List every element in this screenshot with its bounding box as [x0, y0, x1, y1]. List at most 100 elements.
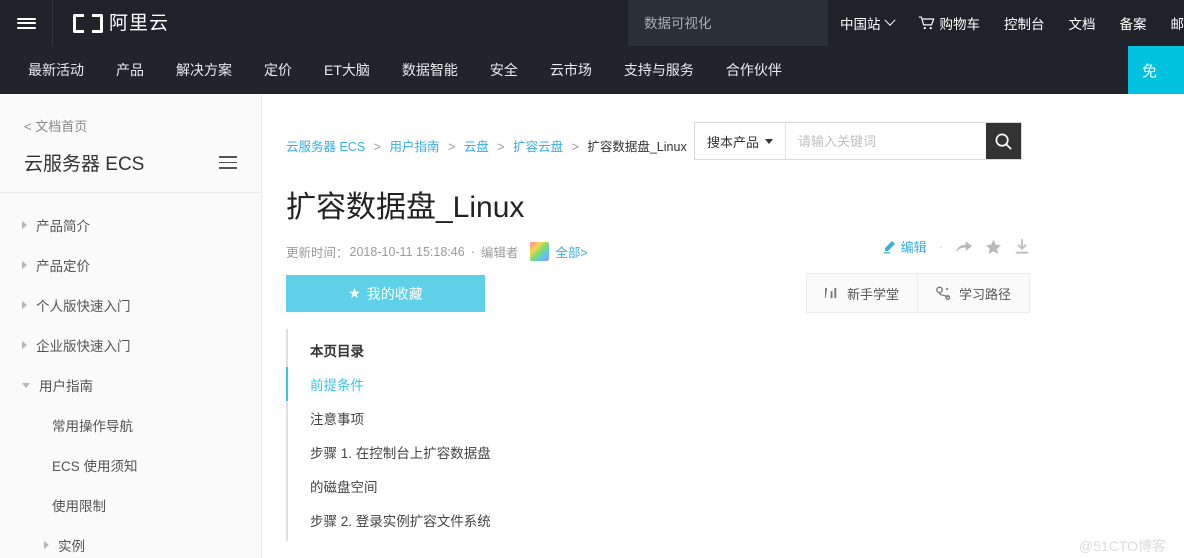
sidebar-item-personal-quickstart[interactable]: 个人版快速入门	[0, 285, 261, 325]
download-icon[interactable]	[1014, 238, 1030, 255]
free-register-button[interactable]: 免	[1128, 46, 1184, 94]
pencil-icon	[883, 240, 895, 253]
subnav-item-activities[interactable]: 最新活动	[12, 60, 100, 80]
editor-label: 编辑者	[480, 246, 519, 260]
hamburger-line	[16, 17, 36, 20]
top-nav: 中国站 购物车 控制台 文档 备案 邮	[828, 0, 1184, 46]
sidebar-item-product-pricing[interactable]: 产品定价	[0, 245, 261, 285]
avatar	[530, 242, 550, 261]
star-icon: ★	[348, 285, 361, 301]
top-nav-label: 中国站	[840, 17, 881, 32]
subnav-item-security[interactable]: 安全	[474, 60, 534, 80]
doc-search-button[interactable]	[986, 123, 1021, 159]
article-side-buttons: 新手学堂 学习路径	[805, 273, 1030, 313]
sidebar-item-label: ECS 使用须知	[52, 459, 138, 474]
sidebar-header: < 文档首页 云服务器 ECS	[0, 94, 261, 193]
top-nav-label: 购物车	[939, 17, 981, 32]
article-meta: 更新时间： 2018-10-11 15:18:46 · 编辑者 全部>	[286, 242, 588, 261]
share-arrow-icon[interactable]	[955, 239, 973, 255]
favorite-button[interactable]: ★ 我的收藏	[286, 275, 485, 312]
global-search-input[interactable]	[644, 15, 821, 31]
chevron-right-icon	[22, 341, 27, 349]
subnav-item-support[interactable]: 支持与服务	[608, 60, 710, 80]
learning-path-label: 学习路径	[958, 286, 1011, 302]
sidebar-item-usage-limits[interactable]: 使用限制	[0, 485, 261, 525]
chevron-down-icon	[883, 14, 896, 26]
subnav-item-products[interactable]: 产品	[100, 60, 160, 80]
sidebar-item-label: 实例	[58, 539, 85, 554]
breadcrumb-separator: >	[497, 140, 505, 154]
top-nav-label: 控制台	[1004, 17, 1045, 32]
breadcrumb-link-ecs[interactable]: 云服务器 ECS	[286, 140, 365, 154]
edit-button[interactable]: 编辑	[882, 237, 927, 256]
aliyun-logo-mark-icon	[73, 13, 103, 33]
sidebar-item-label: 产品定价	[36, 259, 90, 274]
sidebar-item-common-operations[interactable]: 常用操作导航	[0, 405, 261, 445]
sidebar-item-product-intro[interactable]: 产品简介	[0, 205, 261, 245]
breadcrumb-separator: >	[447, 140, 456, 154]
aliyun-logo-text: 阿里云	[109, 12, 170, 34]
bar-chart-icon	[824, 287, 837, 299]
hamburger-menu-icon[interactable]	[0, 0, 53, 46]
search-icon	[995, 133, 1012, 150]
chevron-right-icon	[22, 221, 27, 229]
table-of-contents: 本页目录 前提条件 注意事项 步骤 1. 在控制台上扩容数据盘 的磁盘空间 步骤…	[286, 329, 1026, 541]
sidebar-item-enterprise-quickstart[interactable]: 企业版快速入门	[0, 325, 261, 365]
beginner-school-button[interactable]: 新手学堂	[805, 273, 917, 313]
chevron-right-icon	[44, 541, 49, 549]
subnav-item-pricing[interactable]: 定价	[248, 60, 308, 80]
sidebar-toggle-icon[interactable]	[219, 152, 237, 173]
top-nav-docs[interactable]: 文档	[1057, 13, 1108, 33]
learning-path-button[interactable]: 学习路径	[916, 273, 1030, 313]
editor-all-link[interactable]: 全部>	[555, 242, 587, 261]
secondary-nav: 最新活动 产品 解决方案 定价 ET大脑 数据智能 安全 云市场 支持与服务 合…	[0, 46, 1184, 94]
chevron-down-icon	[22, 382, 30, 388]
cart-icon	[918, 16, 934, 30]
aliyun-logo[interactable]: 阿里云	[53, 0, 169, 46]
subnav-item-solutions[interactable]: 解决方案	[160, 60, 248, 80]
sidebar-item-label: 使用限制	[52, 499, 106, 514]
toc-heading: 本页目录	[310, 344, 364, 359]
sidebar-product-title: 云服务器 ECS	[24, 154, 145, 175]
favorite-button-label: 我的收藏	[366, 285, 423, 302]
watermark: @51CTO博客	[1078, 538, 1166, 554]
beginner-school-label: 新手学堂	[846, 286, 899, 302]
sidebar: < 文档首页 云服务器 ECS 产品简介 产品定价 个人版快速入门 企业版快速入…	[0, 94, 262, 558]
global-search[interactable]	[628, 0, 828, 46]
toc-item-step-1-cont[interactable]: 的磁盘空间	[288, 469, 1026, 503]
breadcrumb-link-user-guide[interactable]: 用户指南	[389, 140, 439, 154]
sidebar-item-label: 产品简介	[36, 219, 90, 234]
subnav-item-et-brain[interactable]: ET大脑	[308, 60, 386, 80]
top-nav-cart[interactable]: 购物车	[906, 13, 993, 33]
doc-search: 搜本产品	[694, 122, 1022, 160]
toc-item-step-2[interactable]: 步骤 2. 登录实例扩容文件系统	[288, 503, 1026, 537]
toc-item-prerequisites[interactable]: 前提条件	[286, 367, 1026, 401]
breadcrumb-current: 扩容数据盘_Linux	[587, 140, 687, 154]
top-nav-site-switcher[interactable]: 中国站	[828, 13, 906, 33]
article-actions: 编辑 ·	[882, 237, 1030, 256]
subnav-item-data-intelligence[interactable]: 数据智能	[386, 60, 474, 80]
breadcrumb-link-disk[interactable]: 云盘	[464, 140, 489, 154]
updated-time: 2018-10-11 15:18:46	[349, 244, 465, 259]
toc-item-notes[interactable]: 注意事项	[288, 401, 1026, 435]
top-nav-mail[interactable]: 邮	[1159, 13, 1184, 33]
sidebar-item-ecs-notes[interactable]: ECS 使用须知	[0, 445, 261, 485]
page-title: 扩容数据盘_Linux	[286, 191, 525, 224]
sidebar-item-label: 个人版快速入门	[36, 299, 131, 314]
top-nav-label: 备案	[1119, 17, 1147, 32]
subnav-item-marketplace[interactable]: 云市场	[534, 60, 608, 80]
top-bar: 阿里云 中国站 购物车 控制台	[0, 0, 1184, 46]
sidebar-nav-list: 产品简介 产品定价 个人版快速入门 企业版快速入门 用户指南 常用操作导航 EC…	[0, 193, 261, 558]
sidebar-back-to-docs-home[interactable]: < 文档首页	[24, 116, 87, 135]
breadcrumb-link-resize-disk[interactable]: 扩容云盘	[513, 140, 563, 154]
top-nav-icp[interactable]: 备案	[1108, 13, 1159, 33]
doc-search-input[interactable]	[786, 123, 987, 159]
breadcrumb: 云服务器 ECS > 用户指南 > 云盘 > 扩容云盘 > 扩容数据盘_Linu…	[286, 136, 687, 155]
star-icon[interactable]	[985, 239, 1002, 255]
doc-search-scope-dropdown[interactable]: 搜本产品	[695, 123, 787, 159]
top-nav-console[interactable]: 控制台	[992, 13, 1057, 33]
sidebar-item-user-guide[interactable]: 用户指南	[0, 365, 261, 405]
toc-item-step-1[interactable]: 步骤 1. 在控制台上扩容数据盘	[288, 435, 1026, 469]
subnav-item-partners[interactable]: 合作伙伴	[710, 60, 798, 80]
sidebar-item-instances[interactable]: 实例	[0, 525, 261, 558]
